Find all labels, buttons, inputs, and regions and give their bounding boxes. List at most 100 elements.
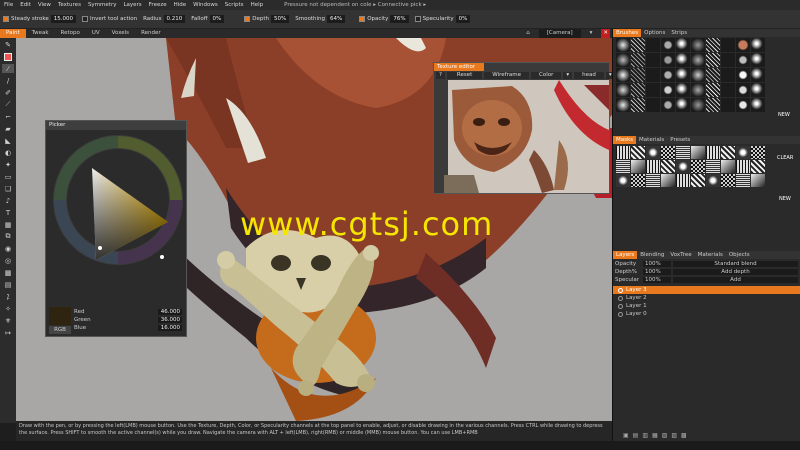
brush-thumbnail[interactable] [616, 53, 630, 67]
clear-mask-button[interactable]: CLEAR [777, 155, 793, 161]
mask-thumbnail[interactable] [721, 146, 735, 159]
eye-icon[interactable] [618, 287, 623, 293]
falloff-control[interactable]: Falloff 0% [191, 15, 225, 23]
mask-thumbnail[interactable] [631, 146, 645, 159]
tab-uv[interactable]: UV [86, 29, 106, 38]
brush-thumbnail[interactable] [616, 38, 630, 52]
brush-thumbnail[interactable] [691, 83, 705, 97]
brush-thumbnail[interactable] [676, 38, 690, 52]
opacity-checkbox[interactable] [359, 16, 366, 22]
camera-dropdown-icon[interactable]: ▾ [584, 29, 599, 38]
steady-stroke[interactable]: Steady stroke 15.000 [3, 15, 77, 23]
merge-icon[interactable]: ▥ [642, 432, 648, 439]
brush-thumbnail[interactable] [691, 53, 705, 67]
uv-preview[interactable] [434, 80, 609, 193]
smudge-icon[interactable]: ◐ [2, 148, 14, 157]
clone-icon[interactable]: ❏ [2, 184, 14, 193]
brush-thumbnail[interactable] [676, 68, 690, 82]
mask-thumbnail[interactable] [736, 160, 750, 173]
airbrush-icon[interactable]: ⁄ [2, 64, 14, 73]
mask-thumbnail[interactable] [721, 174, 735, 187]
reset-button[interactable]: Reset [446, 72, 483, 79]
brush-thumbnail[interactable] [676, 83, 690, 97]
menu-view[interactable]: View [38, 2, 51, 8]
mask-thumbnail[interactable] [691, 174, 705, 187]
tab-presets[interactable]: Presets [667, 136, 693, 144]
brush-thumbnail[interactable] [706, 68, 720, 82]
mask-thumbnail[interactable] [661, 146, 675, 159]
mask-thumbnail[interactable] [661, 174, 675, 187]
mask-thumbnail[interactable] [736, 174, 750, 187]
steady-stroke-checkbox[interactable] [3, 16, 9, 22]
brush-thumbnail[interactable] [661, 38, 675, 52]
help-button[interactable]: ? [436, 72, 445, 79]
mask-thumbnail[interactable] [736, 146, 750, 159]
fill-icon[interactable]: ◣ [2, 136, 14, 145]
specularity-checkbox[interactable] [414, 16, 421, 22]
brush-thumbnail[interactable] [751, 68, 765, 82]
mask-thumbnail[interactable] [706, 174, 720, 187]
eye-icon[interactable] [618, 295, 623, 301]
layer-row[interactable]: Layer 0 [613, 310, 800, 318]
brush-thumbnail[interactable] [751, 98, 765, 112]
layer-depth-mode[interactable]: Add depth [673, 269, 798, 275]
layer-specular-mode[interactable]: Add [673, 277, 798, 283]
tab-blending[interactable]: Blending [637, 251, 667, 259]
brush-thumbnail[interactable] [721, 53, 735, 67]
tab-options[interactable]: Options [641, 29, 668, 37]
brush-thumbnail[interactable] [631, 83, 645, 97]
mask-thumbnail[interactable] [616, 146, 630, 159]
brush-thumbnail[interactable] [616, 68, 630, 82]
mask-thumbnail[interactable] [751, 174, 765, 187]
measure-icon[interactable]: ↦ [2, 328, 14, 337]
tab-brushes[interactable]: Brushes [613, 29, 642, 37]
brush-thumbnail[interactable] [721, 83, 735, 97]
eraser-icon[interactable]: ▰ [2, 124, 14, 133]
depth-value[interactable]: 50% [271, 15, 290, 23]
mask-thumbnail[interactable] [631, 160, 645, 173]
brush-thumbnail[interactable] [721, 98, 735, 112]
tab-layers[interactable]: Layers [613, 251, 638, 259]
color-dropdown-icon[interactable]: ▾ [563, 72, 573, 79]
mask-thumbnail[interactable] [691, 160, 705, 173]
brush-thumbnail[interactable] [706, 98, 720, 112]
eye-icon[interactable] [618, 303, 623, 309]
tab-objects[interactable]: Objects [726, 251, 753, 259]
new-layer-icon[interactable]: ▤ [633, 432, 639, 439]
marker-icon[interactable]: ⟋ [2, 100, 14, 109]
tab-masks[interactable]: Masks [613, 136, 637, 144]
brush-thumbnail[interactable] [691, 68, 705, 82]
menu-textures[interactable]: Textures [58, 2, 81, 8]
specularity-value[interactable]: 0% [455, 15, 471, 23]
color-swatch-icon[interactable] [2, 52, 14, 61]
steady-stroke-value[interactable]: 15.000 [50, 15, 77, 23]
depth-control[interactable]: Depth 50% [244, 15, 290, 23]
invert-tool[interactable]: Invert tool action [82, 16, 137, 22]
color-sphere-icon[interactable]: ◉ [2, 244, 14, 253]
mask-thumbnail[interactable] [691, 146, 705, 159]
layer-blend-mode[interactable]: Standard blend [673, 261, 798, 267]
tab-retopo[interactable]: Retopo [55, 29, 86, 38]
new-brush-button[interactable]: NEW [778, 112, 790, 118]
pen-icon[interactable]: ✐ [2, 88, 14, 97]
color-dropdown[interactable]: Color [530, 72, 562, 79]
tab-tweak[interactable]: Tweak [26, 29, 55, 38]
camera-close-icon[interactable]: ✕ [601, 29, 610, 38]
mask-thumbnail[interactable] [661, 160, 675, 173]
brush-grid[interactable] [613, 37, 773, 113]
brush-thumbnail[interactable] [631, 53, 645, 67]
eye-icon[interactable]: ◎ [2, 256, 14, 265]
mask-grid[interactable] [613, 145, 766, 188]
copy-icon[interactable]: ⧉ [2, 232, 14, 241]
pencil-icon[interactable]: / [2, 76, 14, 85]
mask-thumbnail[interactable] [721, 160, 735, 173]
mask-thumbnail[interactable] [706, 160, 720, 173]
brush-thumbnail[interactable] [661, 68, 675, 82]
menu-freeze[interactable]: Freeze [149, 2, 167, 8]
mask-thumbnail[interactable] [751, 160, 765, 173]
menu-scripts[interactable]: Scripts [225, 2, 244, 8]
brush-thumbnail[interactable] [736, 38, 750, 52]
tab-strips[interactable]: Strips [668, 29, 690, 37]
brush-thumbnail[interactable] [661, 83, 675, 97]
tab-paint[interactable]: Paint [0, 29, 26, 38]
